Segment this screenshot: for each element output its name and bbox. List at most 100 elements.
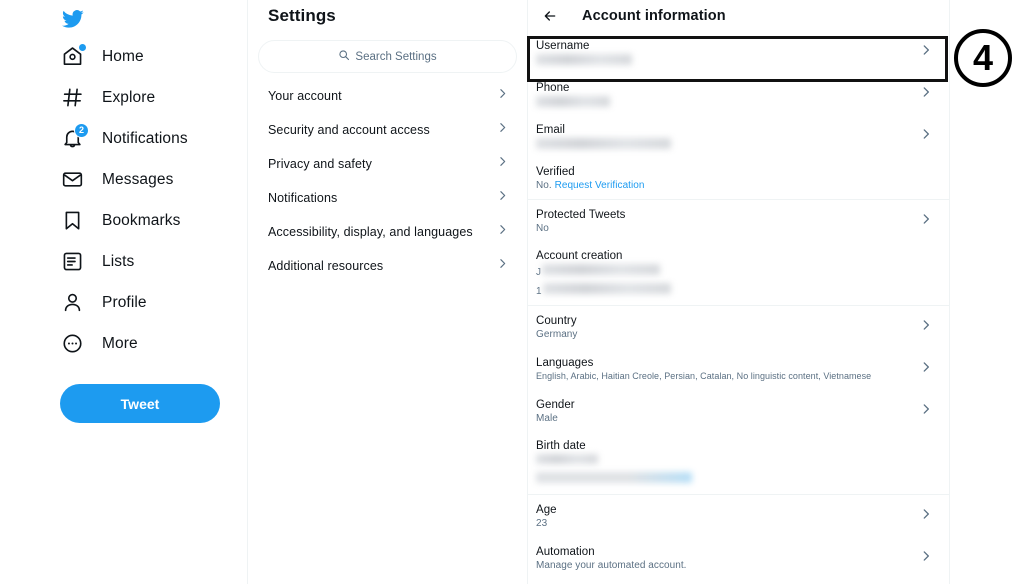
redacted-creation-date: J [536, 264, 671, 278]
account-row-protected-tweets[interactable]: Protected Tweets No [528, 200, 949, 242]
chevron-right-icon [496, 87, 509, 105]
settings-search-wrap: Search Settings [258, 26, 517, 79]
twitter-settings-screen: Home Explore 2 Notifications Messages Bo… [0, 0, 1024, 584]
settings-title: Settings [268, 6, 336, 25]
chevron-right-icon [496, 223, 509, 241]
sidebar-item-label: Lists [102, 252, 135, 270]
account-row-username[interactable]: Username [528, 31, 949, 73]
search-icon [338, 48, 350, 66]
tweet-button[interactable]: Tweet [60, 384, 220, 423]
account-row-gender[interactable]: Gender Male [528, 390, 949, 432]
redacted-phone-value [536, 95, 610, 107]
chevron-right-icon [496, 155, 509, 173]
sidebar-item-home[interactable]: Home [60, 36, 247, 77]
settings-item-privacy-and-safety[interactable]: Privacy and safety [258, 147, 517, 181]
bookmark-icon [60, 209, 84, 233]
bell-icon: 2 [60, 122, 89, 151]
chevron-right-icon [496, 189, 509, 207]
row-value: No [536, 222, 549, 234]
chevron-right-icon [496, 257, 509, 275]
account-row-country[interactable]: Country Germany [528, 306, 949, 348]
chevron-right-icon [919, 402, 933, 421]
hashtag-icon [60, 86, 84, 110]
row-value: Manage your automated account. [536, 559, 687, 571]
notifications-badge: 2 [74, 122, 89, 138]
empty-right-area [950, 0, 1024, 584]
redacted-username-value [536, 53, 632, 65]
annotation-step-marker: 4 [954, 29, 1012, 87]
row-value-verified: No. Request Verification [536, 180, 645, 191]
search-settings-placeholder: Search Settings [355, 50, 437, 63]
settings-item-security-and-account-access[interactable]: Security and account access [258, 113, 517, 147]
settings-item-label: Security and account access [268, 123, 430, 137]
row-key: Username [536, 39, 590, 52]
account-row-verified: Verified No. Request Verification [528, 157, 949, 199]
sidebar-item-label: Home [102, 47, 144, 65]
settings-item-your-account[interactable]: Your account [258, 79, 517, 113]
sidebar-item-label: Explore [102, 88, 156, 106]
row-value: English, Arabic, Haitian Creole, Persian… [536, 371, 872, 381]
chevron-right-icon [919, 549, 933, 568]
account-row-birth-date: Birth date [528, 432, 949, 494]
row-key: Verified [536, 165, 575, 178]
row-key: Birth date [536, 440, 586, 452]
account-row-email[interactable]: Email [528, 115, 949, 157]
redacted-birth-date-value [536, 454, 692, 467]
detail-header: Account information [528, 0, 949, 31]
settings-item-label: Additional resources [268, 259, 384, 273]
sidebar-item-lists[interactable]: Lists [60, 241, 247, 282]
chevron-right-icon [919, 507, 933, 526]
row-value: 23 [536, 517, 548, 529]
account-row-account-creation: Account creation J 1 [528, 242, 949, 305]
envelope-icon [60, 168, 84, 192]
settings-item-accessibility-display-and-languages[interactable]: Accessibility, display, and languages [258, 215, 517, 249]
sidebar-item-notifications[interactable]: 2 Notifications [60, 118, 247, 159]
settings-item-label: Notifications [268, 191, 338, 205]
redacted-email-value [536, 137, 671, 149]
chevron-right-icon [919, 212, 933, 231]
account-row-automation[interactable]: Automation Manage your automated account… [528, 537, 949, 579]
row-key: Gender [536, 398, 575, 411]
settings-column: Settings Search Settings Your account Se… [248, 0, 528, 584]
sidebar-item-profile[interactable]: Profile [60, 282, 247, 323]
verified-status-text: No. [536, 179, 552, 191]
request-verification-link[interactable]: Request Verification [555, 180, 645, 191]
sidebar-item-label: Notifications [102, 129, 188, 147]
creation-date-prefix: J [536, 267, 542, 278]
row-key: Account creation [536, 250, 623, 262]
row-value: Germany [536, 328, 578, 340]
row-key: Phone [536, 81, 570, 94]
chevron-right-icon [919, 127, 933, 146]
twitter-logo[interactable] [60, 2, 247, 36]
sidebar-item-more[interactable]: More [60, 323, 247, 364]
chevron-right-icon [919, 85, 933, 104]
chevron-right-icon [919, 360, 933, 379]
account-row-age[interactable]: Age 23 [528, 495, 949, 537]
account-row-languages[interactable]: Languages English, Arabic, Haitian Creol… [528, 348, 949, 390]
search-settings-input[interactable]: Search Settings [258, 40, 517, 73]
person-icon [60, 291, 84, 315]
row-key: Country [536, 314, 577, 327]
row-key: Email [536, 123, 566, 136]
row-key: Automation [536, 545, 595, 558]
creation-ip-prefix: 1 [536, 286, 542, 297]
sidebar-item-bookmarks[interactable]: Bookmarks [60, 200, 247, 241]
sidebar-item-explore[interactable]: Explore [60, 77, 247, 118]
settings-item-notifications[interactable]: Notifications [258, 181, 517, 215]
chevron-right-icon [919, 318, 933, 337]
list-icon [60, 250, 84, 274]
row-value: Male [536, 412, 558, 424]
account-information-panel: Account information Username Phone Email… [528, 0, 950, 584]
row-key: Languages [536, 357, 594, 369]
settings-item-additional-resources[interactable]: Additional resources [258, 249, 517, 283]
page-title: Account information [582, 7, 726, 24]
redacted-birth-date-visibility [536, 472, 692, 486]
home-icon [60, 43, 86, 69]
redacted-creation-ip: 1 [536, 283, 671, 297]
account-row-phone[interactable]: Phone [528, 73, 949, 115]
back-arrow-icon[interactable] [542, 8, 558, 24]
more-circle-icon [60, 332, 84, 356]
sidebar-item-label: Messages [102, 170, 174, 188]
sidebar-item-messages[interactable]: Messages [60, 159, 247, 200]
chevron-right-icon [496, 121, 509, 139]
